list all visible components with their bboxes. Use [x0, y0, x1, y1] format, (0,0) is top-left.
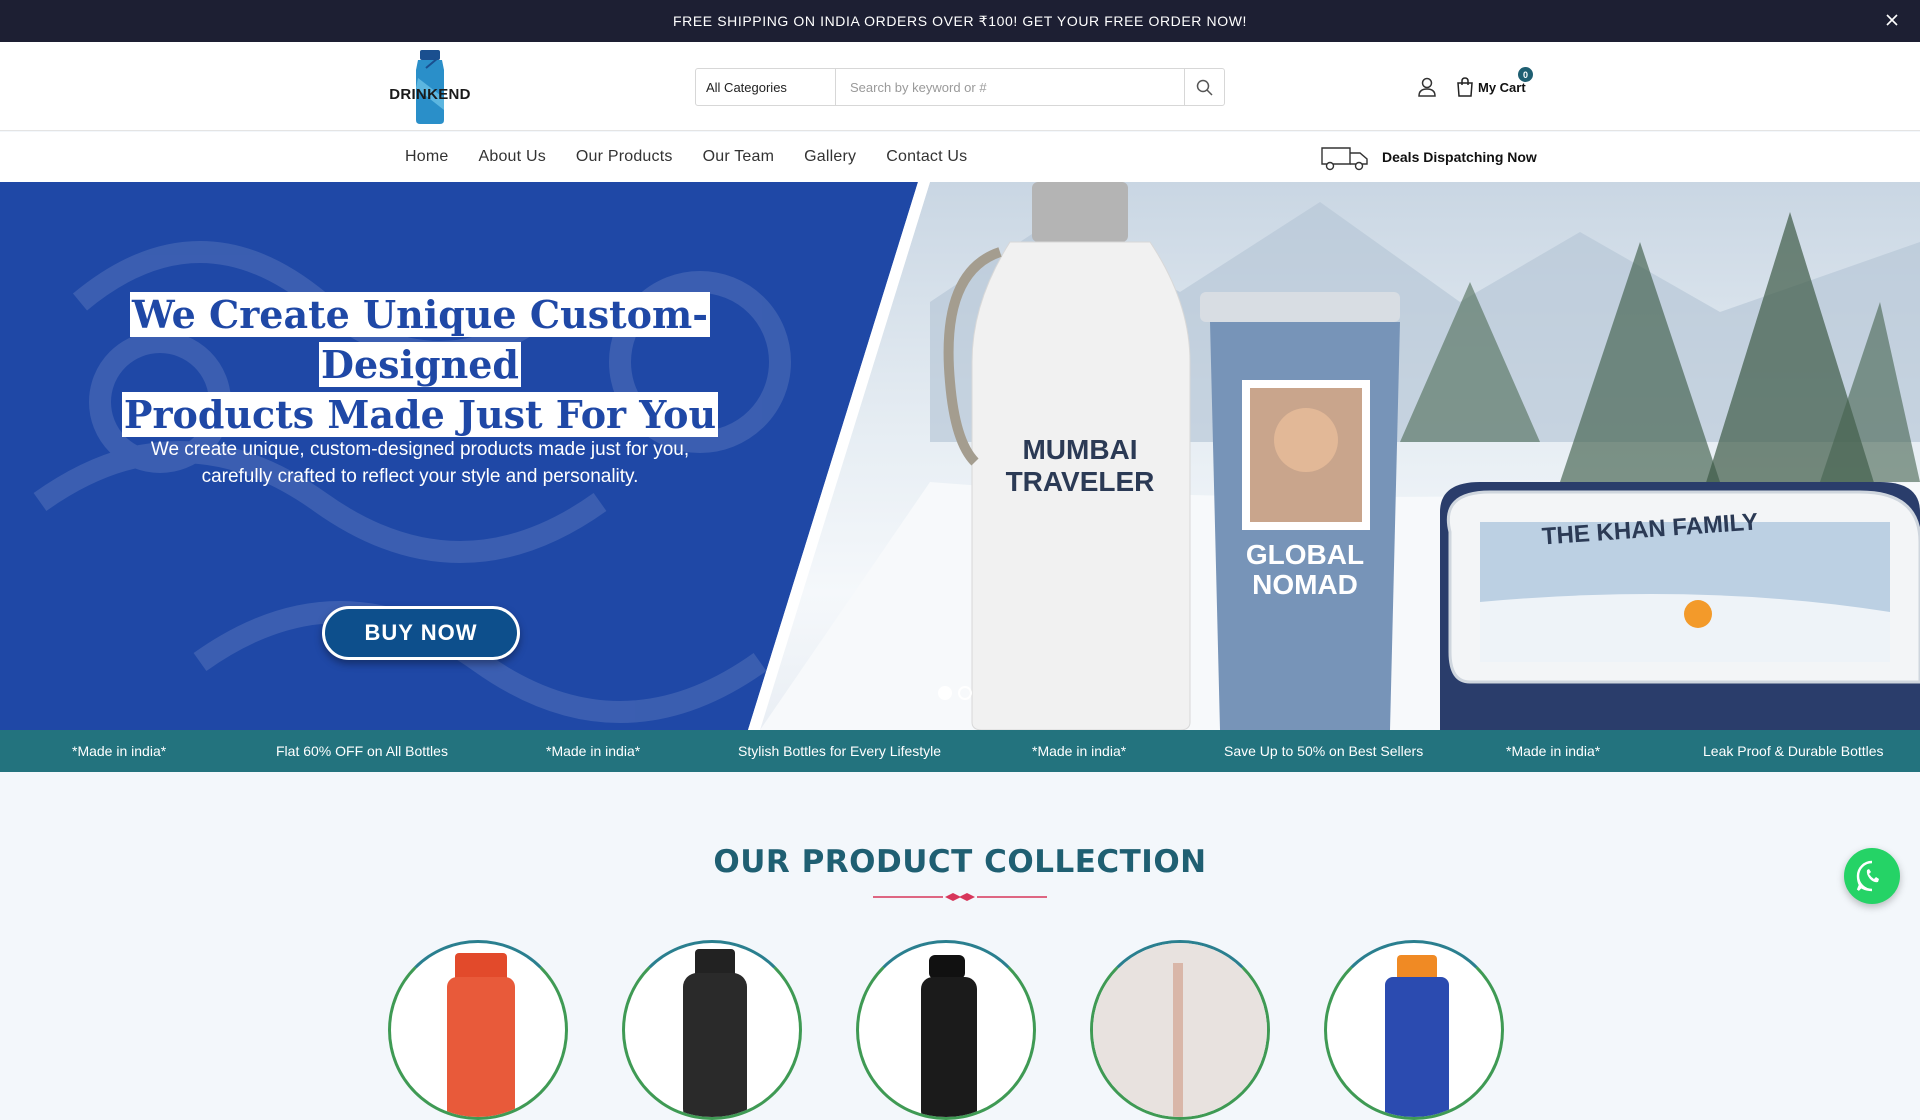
tumbler-print-line2: NOMAD [1252, 569, 1358, 600]
slider-dot-2[interactable] [958, 686, 972, 700]
bottle-print-line1: MUMBAI [1022, 434, 1138, 465]
slider-dot-1[interactable] [938, 686, 952, 700]
announcement-bar: FREE SHIPPING ON INDIA ORDERS OVER ₹100!… [0, 0, 1920, 42]
hero-title-line1: We Create Unique Custom-Designed [130, 292, 710, 387]
category-circle[interactable] [1090, 940, 1270, 1120]
blue-bottle-image [1385, 955, 1449, 1117]
ticker-item: *Made in india* [72, 743, 167, 759]
nav-item-our-products[interactable]: Our Products [576, 148, 673, 166]
tumbler-print-line1: GLOBAL [1245, 539, 1365, 570]
hero-title: We Create Unique Custom-Designed Product… [90, 290, 750, 440]
tumbler-print-text: GLOBAL NOMAD [1230, 540, 1380, 600]
hero-subtitle: We create unique, custom-designed produc… [130, 436, 710, 490]
logo-text: DRINKEND [389, 86, 471, 103]
bottle-print-line2: TRAVELER [1005, 466, 1155, 497]
buy-now-button[interactable]: BUY NOW [322, 606, 520, 660]
search-bar: All Categories [695, 68, 1225, 106]
site-header: DRINKEND All Categories My Cart 0 [0, 42, 1920, 131]
category-circle[interactable] [388, 940, 568, 1120]
nav-item-our-team[interactable]: Our Team [703, 148, 775, 166]
deals-dispatching-banner: Deals Dispatching Now [1320, 142, 1537, 172]
close-icon[interactable] [1882, 10, 1902, 30]
bottle-print-text: MUMBAI TRAVELER [1000, 434, 1160, 498]
ticker-item: *Made in india* [1506, 743, 1601, 759]
black-bottle-image [683, 949, 747, 1117]
collection-title: OUR PRODUCT COLLECTION [713, 844, 1207, 880]
cart-button[interactable]: My Cart 0 [1456, 67, 1533, 98]
product-category-carousel [388, 940, 1508, 1120]
title-divider-ornament [873, 893, 1047, 901]
red-bottle-image [447, 953, 515, 1117]
deals-label: Deals Dispatching Now [1382, 149, 1537, 165]
nav-item-contact-us[interactable]: Contact Us [886, 148, 967, 166]
nav-item-about-us[interactable]: About Us [478, 148, 545, 166]
category-circle[interactable] [622, 940, 802, 1120]
whatsapp-icon [1856, 860, 1879, 892]
hero-slider: MUMBAI TRAVELER GLOBAL NOMAD THE KHAN FA… [0, 182, 1920, 730]
site-logo[interactable]: DRINKEND [388, 48, 472, 126]
hero-subtitle-line1: We create unique, custom-designed produc… [150, 439, 690, 460]
cart-label: My Cart [1478, 79, 1526, 95]
ticker-item: Flat 60% OFF on All Bottles [276, 743, 448, 759]
delivery-truck-icon [1321, 147, 1368, 171]
hero-title-line2: Products Made Just For You [121, 392, 719, 437]
ticker-item: Leak Proof & Durable Bottles [1703, 743, 1884, 759]
steel-bottle-image [1093, 943, 1267, 1117]
nav-item-home[interactable]: Home [405, 148, 448, 166]
category-label: All Categories [706, 79, 787, 95]
category-circle[interactable] [1324, 940, 1504, 1120]
category-select[interactable]: All Categories [696, 69, 836, 105]
search-icon [1196, 79, 1213, 96]
black-sipper-image [921, 955, 977, 1117]
category-circle[interactable] [856, 940, 1036, 1120]
nav-item-gallery[interactable]: Gallery [804, 148, 856, 166]
search-input[interactable] [836, 69, 1184, 105]
main-navigation: Home About Us Our Products Our Team Gall… [0, 132, 1920, 182]
ticker-item: Stylish Bottles for Every Lifestyle [738, 743, 942, 759]
announcement-text: FREE SHIPPING ON INDIA ORDERS OVER ₹100!… [672, 12, 1248, 29]
ticker-item: *Made in india* [1032, 743, 1127, 759]
slider-dots [938, 686, 972, 700]
promo-ticker: *Made in india* Flat 60% OFF on All Bott… [0, 730, 1920, 772]
ticker-item: Save Up to 50% on Best Sellers [1224, 743, 1424, 759]
whatsapp-chat-button[interactable] [1844, 848, 1900, 904]
ticker-item: *Made in india* [546, 743, 641, 759]
user-account-icon[interactable] [1416, 76, 1438, 98]
cart-count-badge: 0 [1518, 67, 1533, 82]
shopping-bag-icon [1457, 77, 1473, 97]
search-button[interactable] [1184, 69, 1224, 105]
hero-subtitle-line2: carefully crafted to reflect your style … [201, 466, 639, 487]
